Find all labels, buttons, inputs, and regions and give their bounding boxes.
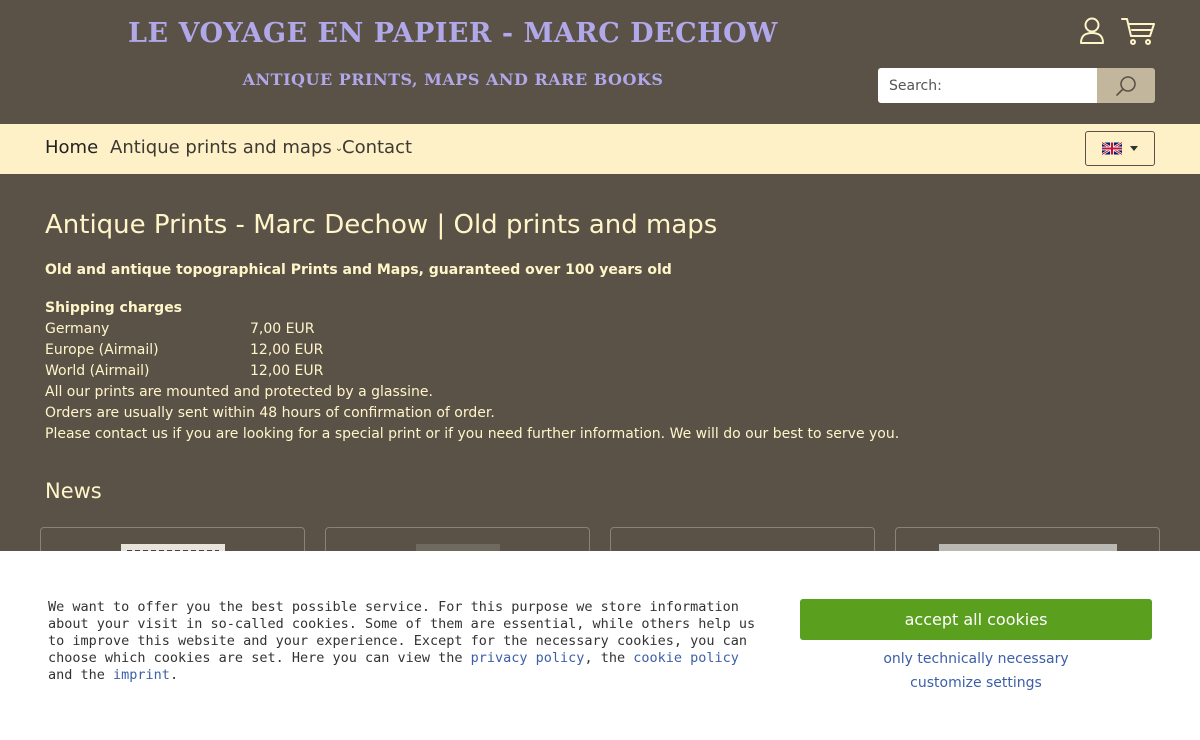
main-nav: Home Antique prints and maps ⌄ Contact: [0, 124, 1200, 174]
caret-down-icon: [1130, 146, 1138, 151]
shipping-row: Germany 7,00 EUR: [45, 319, 1155, 340]
cookie-banner: We want to offer you the best possible s…: [0, 551, 1200, 740]
shipping-region: Germany: [45, 321, 110, 337]
shipping-info: Shipping charges Germany 7,00 EUR Europe…: [45, 298, 1155, 445]
accept-all-cookies-button[interactable]: accept all cookies: [800, 599, 1152, 640]
user-icon[interactable]: [1078, 16, 1106, 46]
shipping-region: World (Airmail): [45, 363, 150, 379]
magnifier-icon: [1116, 75, 1136, 96]
note-text: Please contact us if you are looking for…: [45, 426, 900, 442]
cookie-policy-link[interactable]: cookie policy: [633, 650, 739, 666]
cookie-text-part: , the: [584, 650, 634, 666]
privacy-policy-link[interactable]: privacy policy: [471, 650, 585, 666]
note-text: All our prints are mounted and protected…: [45, 384, 433, 400]
search-button[interactable]: [1097, 68, 1155, 103]
cart-icon[interactable]: [1120, 16, 1156, 46]
language-selector[interactable]: [1085, 131, 1155, 166]
shipping-price: 7,00 EUR: [250, 321, 315, 337]
shipping-price: 12,00 EUR: [250, 363, 324, 379]
uk-flag-icon: [1102, 142, 1122, 155]
site-subtitle: ANTIQUE PRINTS, MAPS AND RARE BOOKS: [242, 70, 664, 89]
cookie-text-part: and the: [48, 667, 114, 683]
search-input[interactable]: [878, 68, 1097, 103]
only-necessary-button[interactable]: only technically necessary: [800, 651, 1152, 667]
shipping-heading: Shipping charges: [45, 300, 183, 316]
search-bar: [878, 68, 1155, 103]
shipping-row: World (Airmail) 12,00 EUR: [45, 361, 1155, 382]
cookie-text-part: .: [169, 667, 179, 683]
shipping-row: Europe (Airmail) 12,00 EUR: [45, 340, 1155, 361]
note-text: Orders are usually sent within 48 hours …: [45, 405, 495, 421]
nav-antique-prints-label: Antique prints and maps: [110, 137, 332, 158]
page-title: Antique Prints - Marc Dechow | Old print…: [45, 210, 718, 240]
nav-contact[interactable]: Contact: [342, 137, 412, 158]
cookie-text: We want to offer you the best possible s…: [48, 599, 763, 684]
site-header: LE VOYAGE EN PAPIER - MARC DECHOW ANTIQU…: [0, 0, 1200, 124]
intro-text: Old and antique topographical Prints and…: [45, 262, 672, 278]
main-content: Antique Prints - Marc Dechow | Old print…: [45, 210, 1155, 445]
shipping-region: Europe (Airmail): [45, 342, 159, 358]
site-title[interactable]: LE VOYAGE EN PAPIER - MARC DECHOW: [0, 18, 906, 49]
news-heading: News: [45, 479, 102, 503]
imprint-link[interactable]: imprint: [113, 667, 170, 683]
customize-settings-button[interactable]: customize settings: [800, 675, 1152, 691]
shipping-price: 12,00 EUR: [250, 342, 324, 358]
nav-antique-prints[interactable]: Antique prints and maps ⌄: [110, 137, 343, 158]
nav-home[interactable]: Home: [45, 137, 98, 158]
